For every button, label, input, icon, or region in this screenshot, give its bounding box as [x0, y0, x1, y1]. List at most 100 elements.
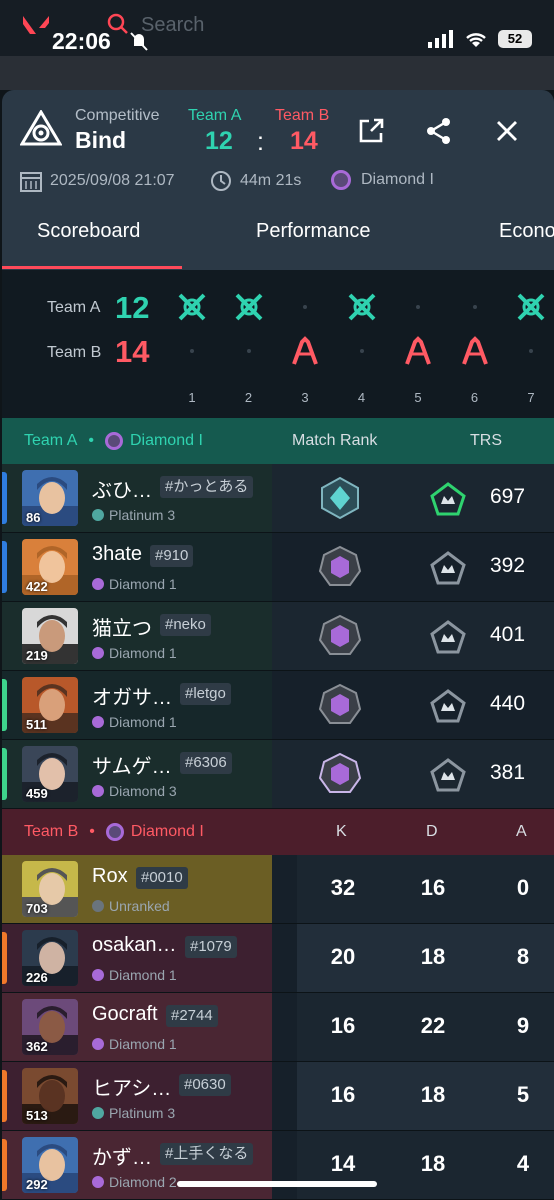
player-info[interactable]: 86 ぶひ… #かっとある Platinum 3 — [2, 464, 272, 532]
player-name: Rox — [92, 865, 128, 887]
player-info[interactable]: 362 Gocraft #2744 Diamond 1 — [2, 993, 272, 1061]
assists-value: 9 — [516, 1013, 530, 1038]
trs-tier-icon — [430, 689, 466, 723]
diamond-rank-badge-icon — [318, 683, 362, 724]
player-row[interactable]: 422 3hate #910 Diamond 1 392 — [2, 533, 554, 602]
tab-economy[interactable]: Econo — [499, 220, 554, 243]
deaths-value: 18 — [420, 1082, 446, 1107]
player-rank-stats: 440 — [272, 671, 554, 739]
account-level: 513 — [26, 1108, 48, 1123]
party-indicator — [2, 541, 7, 593]
player-row[interactable]: 511 オガサ… #letgo Diamond 1 440 — [2, 671, 554, 740]
player-rank-text: Diamond 1 — [109, 1036, 177, 1052]
player-rank-text: Diamond 1 — [109, 714, 177, 730]
player-info[interactable]: 513 ヒアシ… #0630 Platinum 3 — [2, 1062, 272, 1130]
player-tag: #上手くなる — [160, 1143, 254, 1165]
player-rank-text: Platinum 3 — [109, 1105, 176, 1121]
team-b-rank: Diamond I — [130, 823, 204, 840]
tab-scoreboard[interactable]: Scoreboard — [37, 220, 140, 243]
player-row[interactable]: 513 ヒアシ… #0630 Platinum 3 16 18 5 — [2, 1062, 554, 1131]
player-rank-text: Unranked — [109, 898, 170, 914]
assists-value: 8 — [516, 944, 530, 969]
round-empty-marker — [246, 349, 251, 353]
party-indicator — [2, 472, 7, 524]
close-button[interactable] — [492, 116, 522, 146]
round-empty-marker — [359, 349, 364, 353]
open-external-button[interactable] — [356, 116, 386, 146]
player-rank-stats: 392 — [272, 533, 554, 601]
player-tag: #910 — [150, 545, 194, 567]
round-number: 5 — [414, 390, 422, 405]
player-row[interactable]: 362 Gocraft #2744 Diamond 1 16 22 9 — [2, 993, 554, 1062]
round-number: 2 — [244, 390, 253, 405]
player-tag: #1079 — [185, 936, 237, 958]
rank-gem-icon — [92, 716, 104, 728]
player-rank: Diamond 3 — [92, 783, 177, 799]
trs-value: 392 — [490, 554, 526, 577]
player-name: ぶひ… — [92, 480, 152, 502]
team-b-separator: • — [89, 823, 95, 840]
player-tag: #letgo — [180, 683, 231, 705]
tab-performance[interactable]: Performance — [256, 220, 371, 243]
team-a-label: Team A — [188, 107, 242, 124]
player-tag: #6306 — [180, 752, 232, 774]
share-button[interactable] — [424, 116, 454, 146]
account-level: 362 — [26, 1039, 48, 1054]
match-avg-rank: Diamond I — [331, 170, 434, 190]
team-b-score: 14 — [290, 127, 318, 155]
player-info[interactable]: 459 サムゲ… #6306 Diamond 3 — [2, 740, 272, 808]
account-level: 292 — [26, 1177, 48, 1192]
player-name: サムゲ… — [92, 756, 172, 778]
player-rank: Unranked — [92, 898, 170, 914]
diamond-rank-badge-icon — [318, 545, 362, 586]
rounds-team-b-label: Team B — [47, 344, 102, 361]
player-info[interactable]: 703 Rox #0010 Unranked — [2, 855, 272, 923]
player-tag: #0010 — [136, 867, 188, 889]
clock: 22:06 — [52, 28, 111, 54]
player-info[interactable]: 422 3hate #910 Diamond 1 — [2, 533, 272, 601]
home-indicator[interactable] — [177, 1181, 377, 1187]
search-placeholder[interactable]: Search — [141, 14, 204, 37]
match-rank-column-header: Match Rank — [292, 432, 378, 449]
team-b-header: Team B • Diamond I K D A — [2, 809, 554, 855]
player-rank-text: Diamond 1 — [109, 645, 177, 661]
player-rank-text: Diamond 1 — [109, 967, 177, 983]
round-empty-marker — [190, 349, 194, 353]
rank-gem-icon — [92, 647, 104, 659]
rank-gem-icon — [92, 1107, 104, 1119]
round-win-team-b-icon — [405, 336, 431, 365]
rank-gem-icon — [92, 509, 104, 521]
player-tag: #0630 — [179, 1074, 231, 1096]
player-kda: 16 22 9 — [297, 993, 554, 1061]
deaths-value: 22 — [420, 1013, 446, 1038]
match-detail-sheet: Competitive Bind Team A Team B 12 : 14 2… — [2, 90, 554, 1200]
game-mode: Competitive — [75, 107, 160, 124]
player-name: ヒアシ… — [92, 1078, 172, 1100]
player-info[interactable]: 226 osakan… #1079 Diamond 1 — [2, 924, 272, 992]
round-timeline: Team A 12 Team B 14 1234567 — [2, 270, 554, 418]
player-info[interactable]: 292 かず… #上手くなる Diamond 2 — [2, 1131, 272, 1199]
player-rank-text: Diamond 3 — [109, 783, 177, 799]
player-kda: 32 16 0 — [297, 855, 554, 923]
player-row[interactable]: 703 Rox #0010 Unranked 32 16 0 — [2, 855, 554, 924]
deaths-column-header: D — [426, 823, 438, 840]
account-level: 86 — [26, 510, 41, 525]
round-empty-marker — [472, 305, 477, 309]
player-info[interactable]: 219 猫立つ #neko Diamond 1 — [2, 602, 272, 670]
platinum-rank-badge-icon — [321, 476, 359, 520]
player-info[interactable]: 511 オガサ… #letgo Diamond 1 — [2, 671, 272, 739]
round-win-team-a-icon — [235, 293, 262, 321]
trs-tier-icon — [430, 482, 466, 516]
assists-value: 5 — [516, 1082, 530, 1107]
team-b-title-label: Team B — [24, 823, 79, 840]
player-row[interactable]: 292 かず… #上手くなる Diamond 2 14 18 4 — [2, 1131, 554, 1200]
team-a-rank: Diamond I — [129, 432, 203, 449]
player-row[interactable]: 226 osakan… #1079 Diamond 1 20 18 8 — [2, 924, 554, 993]
deaths-value: 18 — [420, 1151, 446, 1176]
player-row[interactable]: 459 サムゲ… #6306 Diamond 3 381 — [2, 740, 554, 809]
player-row[interactable]: 219 猫立つ #neko Diamond 1 401 — [2, 602, 554, 671]
player-rank-stats: 401 — [272, 602, 554, 670]
round-number: 7 — [527, 390, 535, 405]
team-a-header: Team A • Diamond I Match Rank TRS — [2, 418, 554, 464]
player-row[interactable]: 86 ぶひ… #かっとある Platinum 3 697 — [2, 464, 554, 533]
